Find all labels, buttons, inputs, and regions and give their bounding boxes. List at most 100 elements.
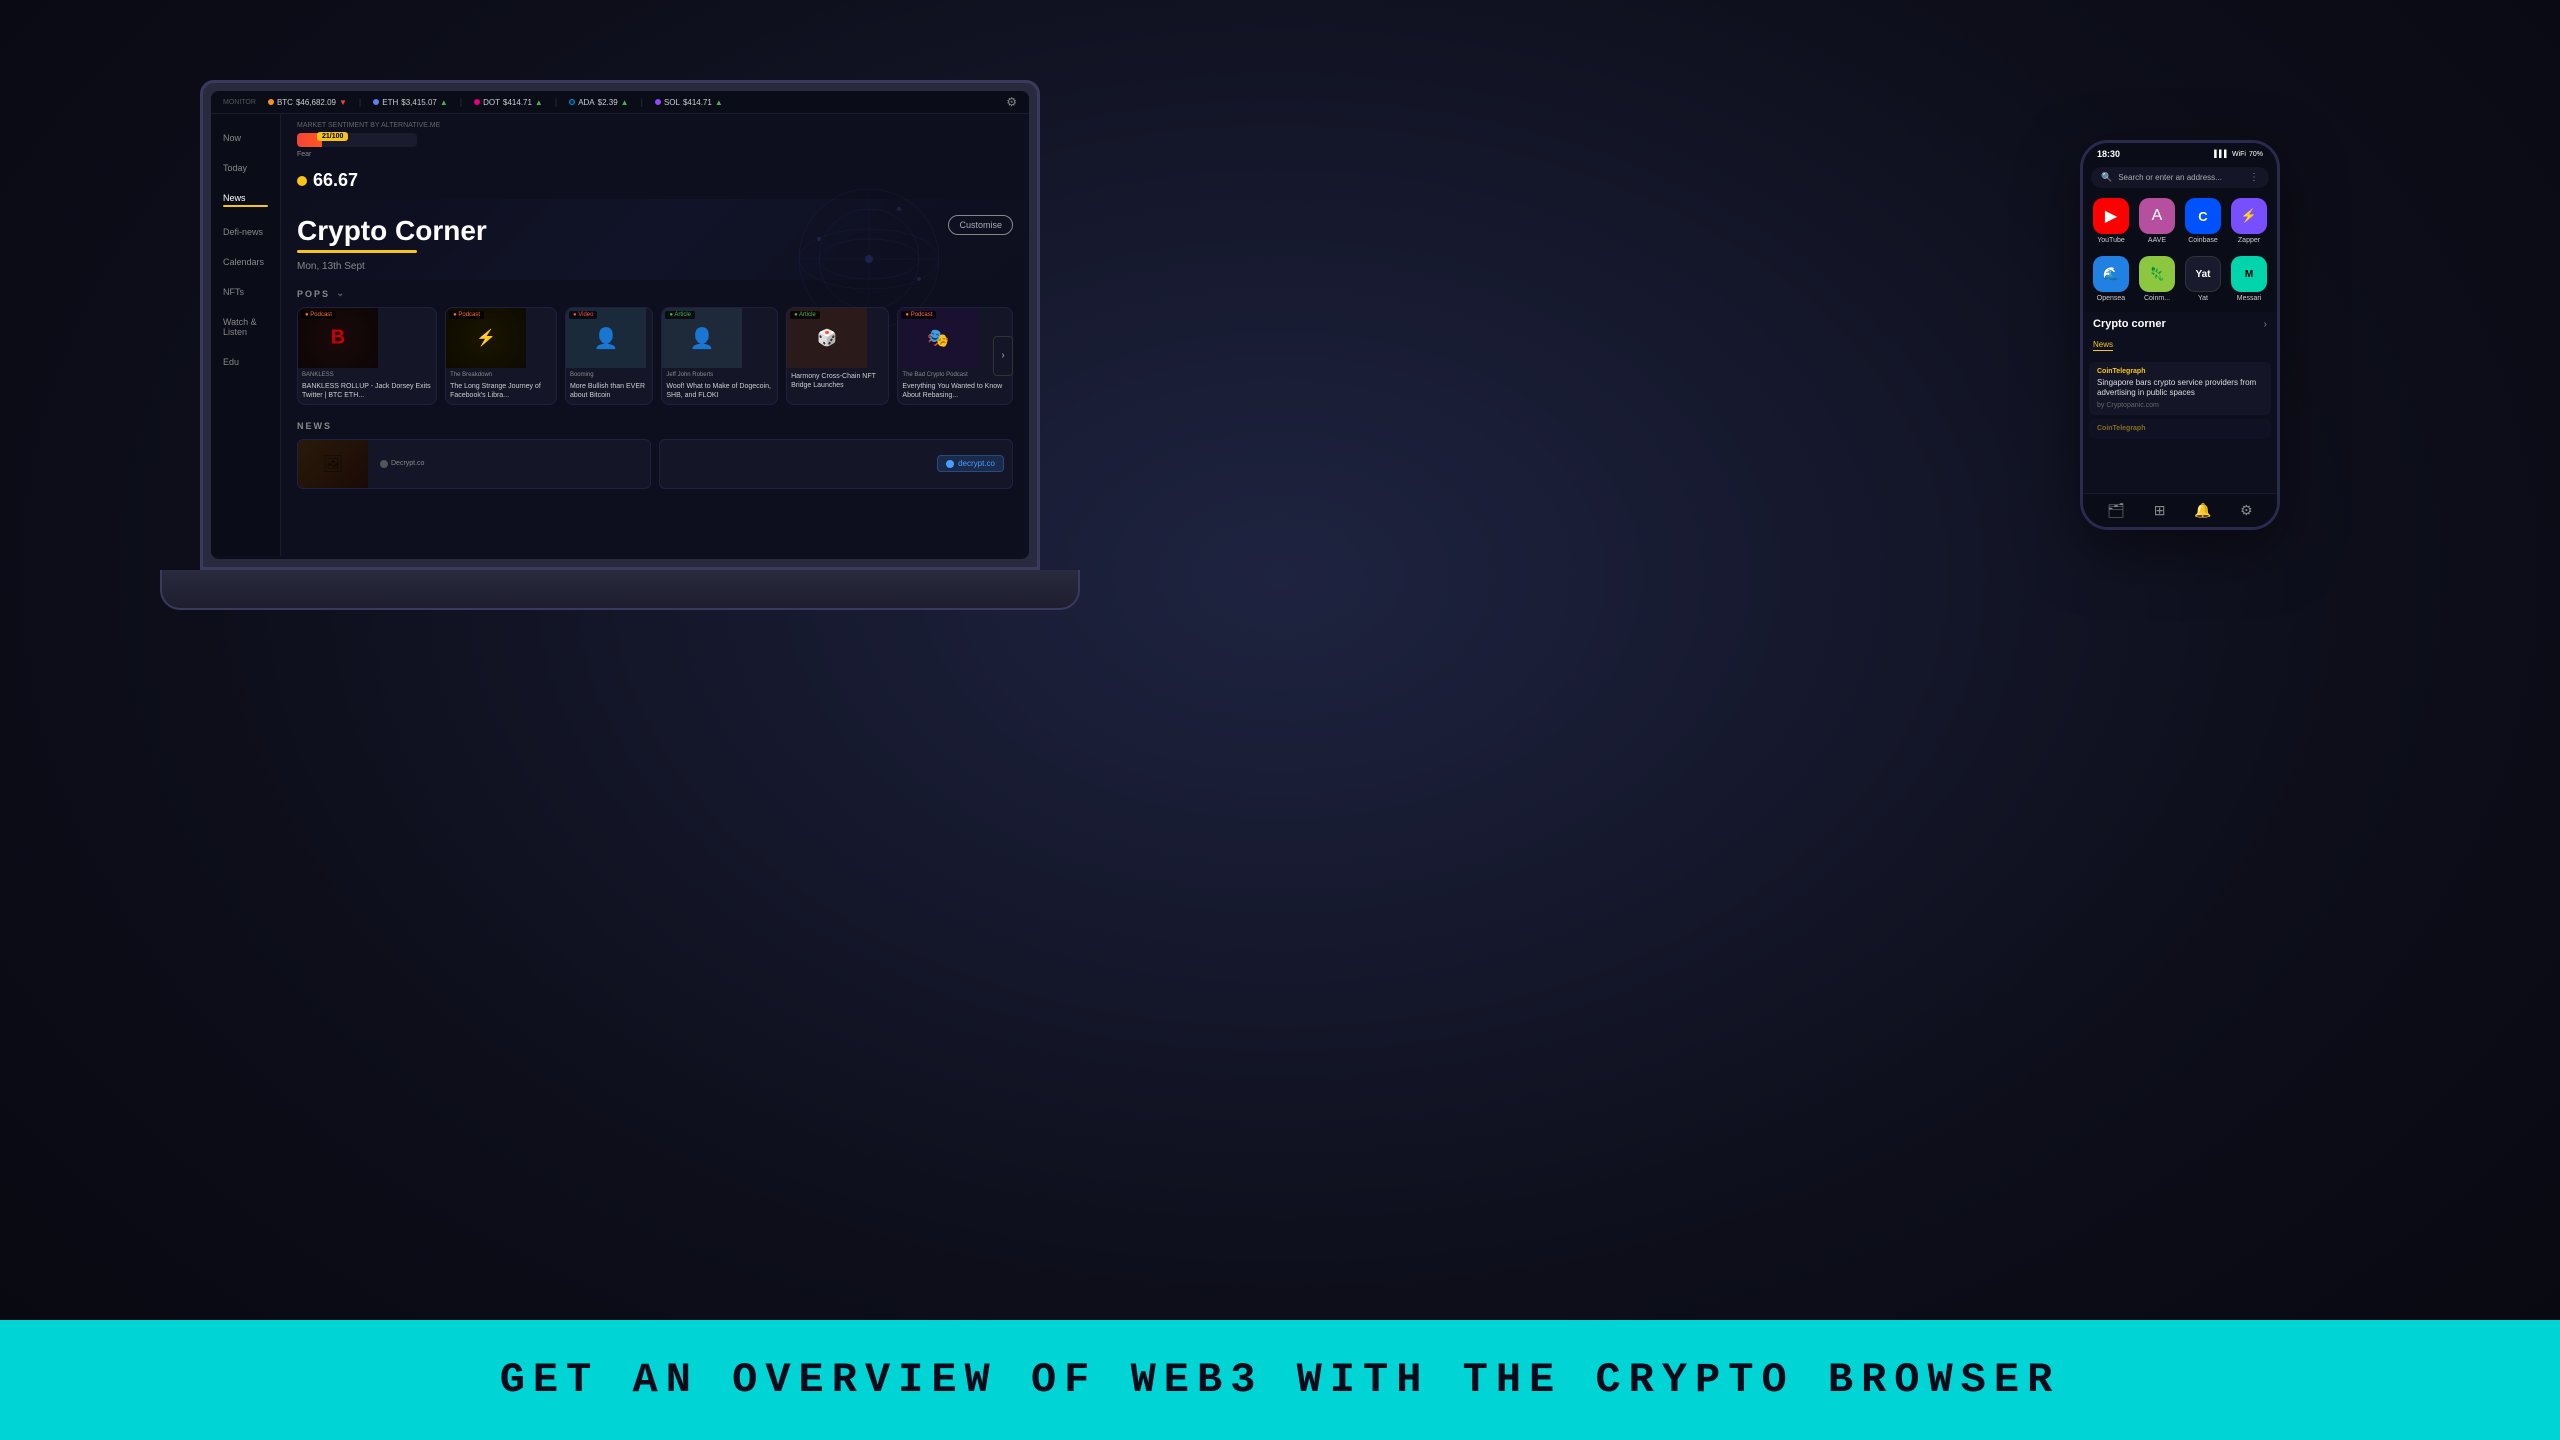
zapper-label: Zapper	[2238, 237, 2260, 244]
pop-card-booming[interactable]: 👤 ● Video Booming More Bullish than EVER…	[565, 307, 653, 405]
news-label: NEWS	[297, 421, 1013, 431]
harmony-type: ● Article	[790, 311, 820, 319]
pops-collapse-icon[interactable]: ⌄	[336, 288, 346, 299]
pop-card-bankless[interactable]: ● Podcast BANKLESS BANKLESS ROLLUP - Jac…	[297, 307, 437, 405]
coingecko-icon: 🦎	[2139, 256, 2175, 292]
yat-icon: Yat	[2185, 256, 2221, 292]
news-section: NEWS 🖼	[281, 413, 1029, 497]
breakdown-source: The Breakdown	[450, 372, 552, 380]
phone-settings-icon[interactable]: ⚙	[2240, 502, 2253, 519]
booming-title: More Bullish than EVER about Bitcoin	[570, 382, 648, 400]
bad-crypto-type: ● Podcast	[901, 311, 936, 319]
booming-source: Booming	[570, 372, 648, 380]
bottom-banner: GET AN OVERVIEW OF WEB3 WITH THE CRYPTO …	[0, 1320, 2560, 1440]
phone-news-item-2[interactable]: CoinTelegraph	[2089, 419, 2271, 439]
ada-price: $2.39	[598, 98, 618, 107]
banner-text: GET AN OVERVIEW OF WEB3 WITH THE CRYPTO …	[500, 1356, 2061, 1404]
laptop-frame: MONITOR BTC $46,682.09 ▼ | ETH $3,415.07	[200, 80, 1040, 610]
yat-label: Yat	[2198, 295, 2208, 302]
bad-crypto-source: The Bad Crypto Podcast	[902, 372, 1008, 380]
sidebar-item-watch[interactable]: Watch & Listen	[219, 314, 272, 340]
laptop-screen: MONITOR BTC $46,682.09 ▼ | ETH $3,415.07	[200, 80, 1040, 570]
phone-app-opensea[interactable]: 🌊 Opensea	[2093, 256, 2129, 302]
booming-icon: 👤	[594, 326, 619, 351]
phone-app-coingecko[interactable]: 🦎 Coinm...	[2139, 256, 2175, 302]
phone-crypto-header: Crypto corner ›	[2083, 312, 2277, 332]
laptop-base	[160, 570, 1080, 610]
phone-app-aave[interactable]: A AAVE	[2139, 198, 2175, 244]
news-grid: 🖼 Decrypt.co	[297, 439, 1013, 489]
phone-tabs-icon[interactable]: 🗂	[2107, 502, 2125, 519]
phone-news-byline-1: by Cryptopanic.com	[2097, 402, 2263, 409]
pop-card-jeff[interactable]: 👤 ● Article Jeff John Roberts Woof! What…	[661, 307, 778, 405]
sidebar-item-now[interactable]: Now	[219, 130, 272, 146]
monitor-label: MONITOR	[223, 99, 256, 106]
messari-label: Messari	[2237, 295, 2262, 302]
hero-title: Crypto Corner	[297, 215, 1013, 247]
sol-ticker: SOL $414.71 ▲	[655, 98, 723, 107]
phone-screen: 18:30 ▌▌▌ WiFi 70% 🔍 Search or enter an …	[2083, 143, 2277, 527]
coinbase-label: Coinbase	[2188, 237, 2218, 244]
eth-arrow: ▲	[440, 98, 448, 107]
hero-section: Crypto Corner Mon, 13th Sept Customise	[281, 199, 1029, 280]
pop-card-harmony[interactable]: 🎲 ● Article Harmony Cross-Chain NFT Brid…	[786, 307, 889, 405]
sidebar-item-nfts[interactable]: NFTs	[219, 284, 272, 300]
news-thumb-1: 🖼	[298, 439, 368, 489]
news-card-2[interactable]: decrypt.co	[659, 439, 1013, 489]
phone-news-item-1[interactable]: CoinTelegraph Singapore bars crypto serv…	[2089, 362, 2271, 415]
aave-icon: A	[2139, 198, 2175, 234]
carousel-next-button[interactable]: ›	[993, 336, 1013, 376]
phone-home-icon[interactable]: ⊞	[2154, 502, 2166, 519]
pop-card-breakdown[interactable]: ● Podcast The Breakdown The Long Strange…	[445, 307, 557, 405]
sentiment-label: MARKET SENTIMENT by alternative.me	[297, 122, 1013, 129]
ada-dot	[569, 99, 575, 105]
phone-app-youtube[interactable]: ▶ YouTube	[2093, 198, 2129, 244]
harmony-icon: 🎲	[817, 328, 837, 348]
bankless-info: BANKLESS BANKLESS ROLLUP - Jack Dorsey E…	[298, 368, 436, 404]
pops-carousel: ● Podcast BANKLESS BANKLESS ROLLUP - Jac…	[297, 307, 1013, 405]
booming-info: Booming More Bullish than EVER about Bit…	[566, 368, 652, 404]
laptop-container: MONITOR BTC $46,682.09 ▼ | ETH $3,415.07	[200, 80, 1040, 650]
phone-menu-icon[interactable]: ⋮	[2249, 172, 2259, 183]
sidebar-item-today[interactable]: Today	[219, 160, 272, 176]
content-area: MARKET SENTIMENT by alternative.me 21/10…	[281, 114, 1029, 556]
phone-app-zapper[interactable]: ⚡ Zapper	[2231, 198, 2267, 244]
phone-url-bar[interactable]: 🔍 Search or enter an address... ⋮	[2091, 167, 2269, 188]
phone-news-headline-1: Singapore bars crypto service providers …	[2097, 378, 2263, 399]
booming-type: ● Video	[569, 311, 598, 319]
youtube-label: YouTube	[2097, 237, 2125, 244]
sidebar-item-news[interactable]: News	[219, 190, 272, 210]
breakdown-thumb: ● Podcast	[446, 308, 526, 368]
bad-crypto-icon: 🎭	[927, 328, 949, 349]
phone-crypto-arrow[interactable]: ›	[2264, 319, 2267, 330]
bankless-title: BANKLESS ROLLUP - Jack Dorsey Exits Twit…	[302, 382, 432, 400]
sol-arrow: ▲	[715, 98, 723, 107]
phone-notifications-icon[interactable]: 🔔	[2194, 502, 2211, 519]
settings-icon[interactable]: ⚙	[1006, 95, 1017, 109]
aave-label: AAVE	[2148, 237, 2166, 244]
sidebar-item-calendars[interactable]: Calendars	[219, 254, 272, 270]
sidebar-item-edu[interactable]: Edu	[219, 354, 272, 370]
dot-price: $414.71	[503, 98, 532, 107]
jeff-type: ● Article	[665, 311, 695, 319]
youtube-icon: ▶	[2093, 198, 2129, 234]
phone-news-tab-label[interactable]: News	[2093, 340, 2113, 351]
phone-app-messari[interactable]: M Messari	[2231, 256, 2267, 302]
news-source-1: Decrypt.co	[380, 460, 424, 468]
phone-app-coinbase[interactable]: C Coinbase	[2185, 198, 2221, 244]
phone-crypto-title: Crypto corner	[2093, 318, 2166, 330]
ada-arrow: ▲	[621, 98, 629, 107]
sidebar: Now Today News Defi-news Calendars NFTs …	[211, 114, 281, 556]
wifi-icon: WiFi	[2232, 151, 2246, 158]
phone-time: 18:30	[2097, 149, 2120, 159]
jeff-thumb: 👤 ● Article	[662, 308, 742, 368]
customise-button[interactable]: Customise	[948, 215, 1013, 235]
phone-app-yat[interactable]: Yat Yat	[2185, 256, 2221, 302]
jeff-source: Jeff John Roberts	[666, 372, 773, 380]
decrypt-button[interactable]: decrypt.co	[937, 455, 1004, 472]
phone-status-bar: 18:30 ▌▌▌ WiFi 70%	[2083, 143, 2277, 163]
phone-news-source-2: CoinTelegraph	[2097, 425, 2263, 432]
news-card-1[interactable]: 🖼 Decrypt.co	[297, 439, 651, 489]
sidebar-item-defi[interactable]: Defi-news	[219, 224, 272, 240]
phone-news-tab: News	[2083, 332, 2277, 358]
